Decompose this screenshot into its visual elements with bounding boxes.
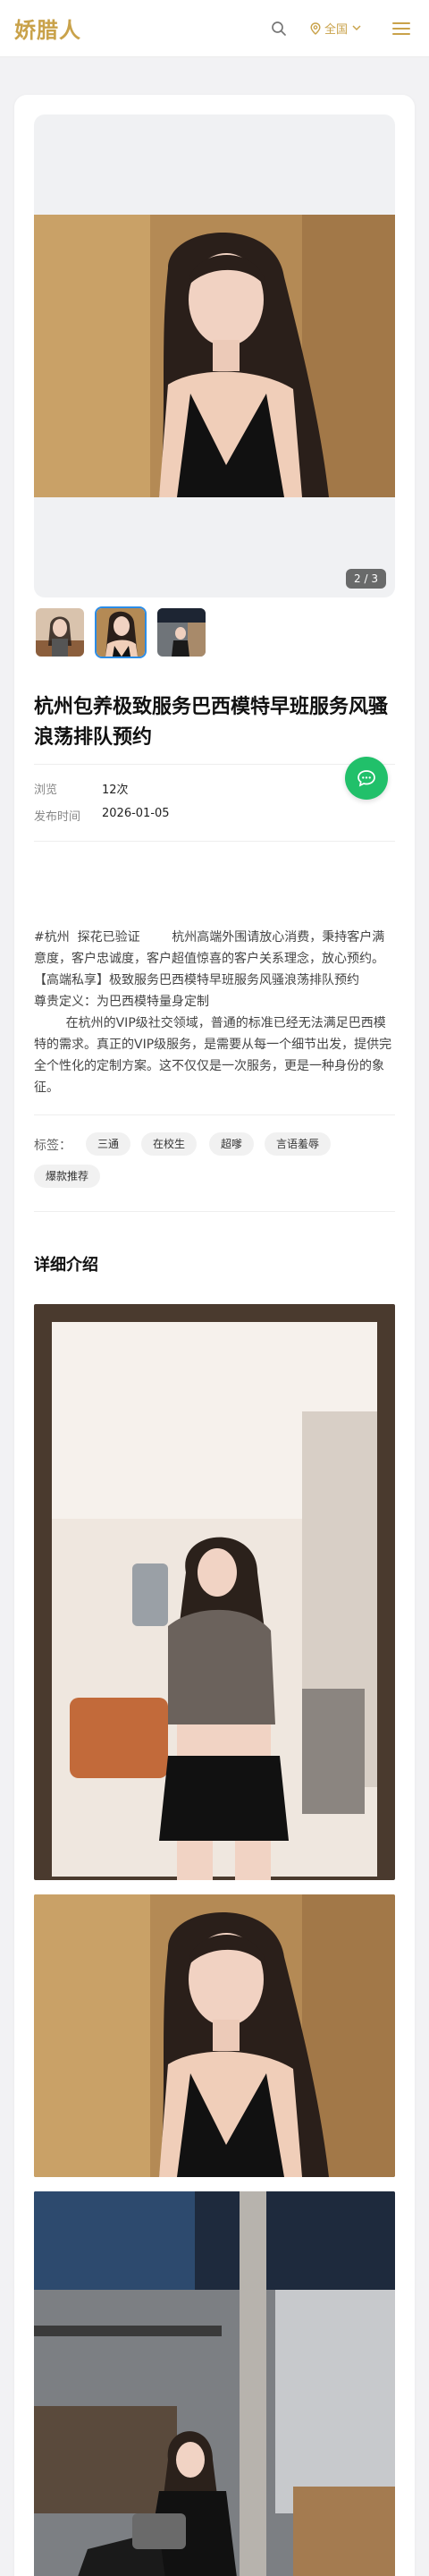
tag-chip[interactable]: 在校生 xyxy=(141,1132,198,1156)
detail-image-1 xyxy=(34,1304,395,1880)
detail-image-2 xyxy=(34,1894,395,2177)
thumbnail-1[interactable] xyxy=(34,606,86,658)
post-card: 2 / 3 杭州包养极致服务巴西模特早班服务风骚浪荡排队预约 浏览 12次 发布… xyxy=(14,95,415,2576)
top-header: 娇腊人 全国 xyxy=(0,0,429,57)
detail-image-3 xyxy=(34,2191,395,2576)
chat-button[interactable] xyxy=(345,757,388,800)
thumbnail-2-active[interactable] xyxy=(95,606,147,658)
menu-button[interactable] xyxy=(388,15,415,42)
search-icon xyxy=(272,21,286,36)
divider xyxy=(34,841,395,842)
thumbnail-3[interactable] xyxy=(156,606,207,658)
thumbnail-strip xyxy=(34,606,216,658)
meta-label: 发布时间 xyxy=(34,810,81,824)
divider xyxy=(34,1114,395,1115)
meta-publish-date: 发布时间 2026-01-05 xyxy=(34,807,170,824)
meta-value: 12次 xyxy=(102,784,129,797)
header-actions: 全国 xyxy=(265,15,415,42)
post-description: #杭州 探花已验证 杭州高端外围请放心消费，秉持客户满意度，客户忠诚度，客户超值… xyxy=(34,930,392,1095)
meta-label: 浏览 xyxy=(34,784,58,797)
image-gallery[interactable]: 2 / 3 xyxy=(34,114,395,597)
tag-chip[interactable]: 超嗲 xyxy=(209,1132,255,1156)
map-pin-icon xyxy=(310,21,321,35)
gallery-counter: 2 / 3 xyxy=(346,569,386,589)
meta-value: 2026-01-05 xyxy=(102,807,170,820)
chat-bubble-icon xyxy=(358,770,375,787)
tags-label: 标签： xyxy=(34,1139,72,1153)
tag-chip[interactable]: 言语羞辱 xyxy=(265,1132,332,1156)
post-title: 杭州包养极致服务巴西模特早班服务风骚浪荡排队预约 xyxy=(34,696,389,749)
tag-chip[interactable]: 三通 xyxy=(86,1132,131,1156)
menu-icon xyxy=(392,21,410,35)
region-selector[interactable]: 全国 xyxy=(310,20,361,37)
gallery-photo[interactable] xyxy=(34,215,395,497)
region-label: 全国 xyxy=(324,23,348,37)
meta-views: 浏览 12次 xyxy=(34,780,129,797)
section-title: 详细介绍 xyxy=(34,1256,98,1275)
divider xyxy=(34,1211,395,1212)
tag-chip[interactable]: 爆款推荐 xyxy=(34,1165,101,1188)
site-logo[interactable]: 娇腊人 xyxy=(14,13,81,44)
chevron-down-icon xyxy=(352,25,361,31)
photo-placeholder xyxy=(34,215,395,497)
divider xyxy=(34,764,395,765)
search-button[interactable] xyxy=(265,15,292,42)
